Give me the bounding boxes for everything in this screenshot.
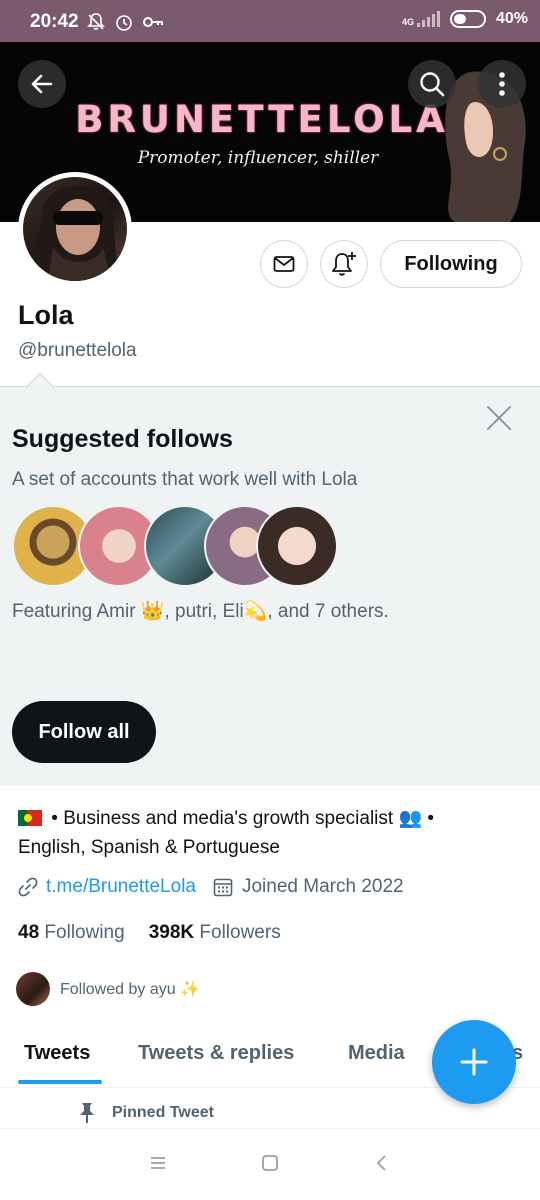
battery-icon (449, 10, 486, 28)
battery-level: 40% (495, 10, 528, 27)
suggested-follows-card: Suggested follows A set of accounts that… (0, 386, 540, 786)
followed-by-text: Followed by ayu ✨ (60, 981, 200, 998)
pin-icon (80, 1103, 94, 1123)
profile-bio: • Business and media's growth specialist… (18, 804, 518, 862)
joined-date: Joined March 2022 (241, 876, 404, 897)
following-stat[interactable]: 48 Following (18, 922, 125, 944)
profile-link[interactable]: t.me/BrunetteLola (46, 876, 196, 898)
tab-media[interactable]: Media (348, 1042, 405, 1065)
search-icon (420, 72, 445, 97)
followers-label: Followers (199, 922, 281, 943)
bio-line-2: English, Spanish & Portuguese (18, 837, 280, 858)
profile-meta: t.me/BrunetteLola Joined March 2022 (18, 876, 404, 898)
message-button[interactable] (260, 240, 308, 288)
bell-off-icon (87, 13, 105, 30)
more-vertical-icon (499, 72, 505, 96)
bell-plus-icon (332, 252, 356, 276)
suggested-avatars[interactable] (12, 505, 342, 587)
more-button[interactable] (478, 60, 526, 108)
tab-tweets-replies[interactable]: Tweets & replies (138, 1042, 294, 1065)
suggested-avatar[interactable] (256, 505, 338, 587)
followed-by-avatar (16, 972, 50, 1006)
pinned-tweet-label: Pinned Tweet (78, 1102, 214, 1124)
profile-avatar[interactable] (18, 172, 132, 286)
profile-stats: 48 Following 398K Followers (18, 922, 281, 944)
portugal-flag-icon (18, 810, 42, 826)
alarm-icon (116, 15, 132, 31)
avatar-portrait (33, 185, 118, 281)
signal-icon (416, 11, 440, 27)
back-nav-icon[interactable] (372, 1153, 392, 1173)
recents-icon[interactable] (148, 1153, 168, 1173)
link-icon (18, 877, 38, 897)
home-icon[interactable] (260, 1153, 280, 1173)
bio-line-1: • Business and media's growth specialist… (51, 808, 435, 829)
suggested-title: Suggested follows (12, 425, 233, 453)
back-button[interactable] (18, 60, 66, 108)
followers-count: 398K (148, 922, 195, 943)
network-indicator: 4G (402, 11, 440, 27)
calendar-icon (213, 878, 233, 897)
followers-stat[interactable]: 398K Followers (149, 922, 281, 944)
compose-tweet-button[interactable] (432, 1020, 516, 1104)
following-label: Following (44, 922, 125, 943)
plus-icon (460, 1048, 488, 1076)
search-button[interactable] (408, 60, 456, 108)
profile-handle: @brunettelola (18, 340, 137, 361)
pinned-text: Pinned Tweet (112, 1104, 214, 1121)
status-icons (86, 12, 164, 32)
suggested-description: A set of accounts that work well with Lo… (12, 469, 358, 490)
system-nav-bar (0, 1128, 540, 1200)
status-right: 4G 40% (402, 10, 528, 28)
status-time: 20:42 (30, 11, 79, 32)
featuring-text: Featuring Amir 👑, putri, Eli💫, and 7 oth… (12, 601, 389, 622)
tab-tweets[interactable]: Tweets (24, 1042, 90, 1065)
profile-name: Lola (18, 300, 74, 330)
follow-all-button[interactable]: Follow all (12, 701, 156, 763)
mail-icon (273, 256, 295, 272)
close-icon[interactable] (486, 405, 512, 431)
following-count: 48 (18, 922, 40, 943)
avatar-photo (23, 177, 127, 281)
active-tab-indicator (18, 1080, 102, 1084)
notifications-button[interactable] (320, 240, 368, 288)
network-type: 4G (401, 17, 414, 27)
arrow-left-icon (31, 74, 53, 94)
following-button[interactable]: Following (380, 240, 522, 288)
followed-by[interactable]: Followed by ayu ✨ (16, 972, 200, 1006)
status-bar: 20:42 4G 40% (0, 0, 540, 42)
key-icon (143, 17, 163, 27)
